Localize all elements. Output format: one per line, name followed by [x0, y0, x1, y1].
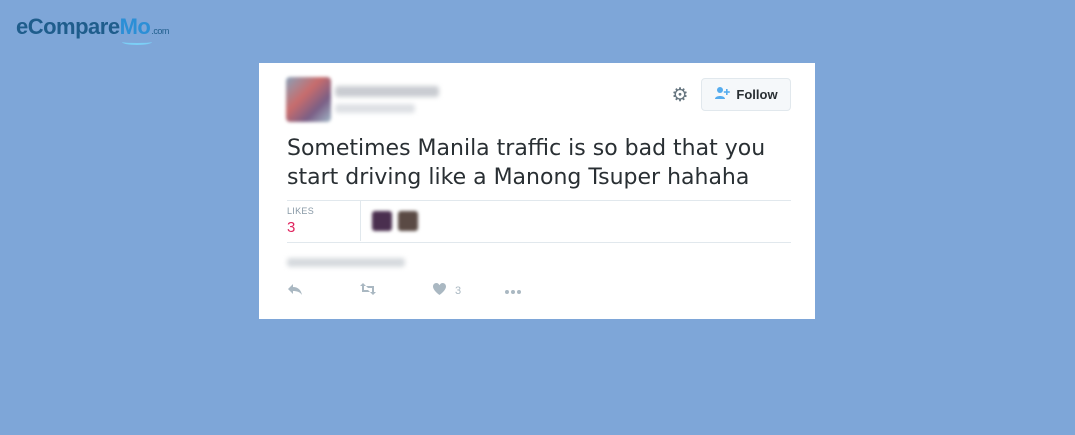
- heart-icon: [432, 282, 447, 300]
- gear-icon[interactable]: ⚙: [669, 84, 691, 106]
- like-count: 3: [455, 284, 462, 297]
- divider-bottom: [287, 242, 791, 243]
- follow-label: Follow: [736, 87, 778, 102]
- logo-text-domain: .com: [151, 26, 169, 36]
- likes-count[interactable]: 3: [287, 219, 295, 236]
- retweet-icon: [359, 282, 377, 300]
- author-handle-redacted: [335, 104, 415, 113]
- author-name-redacted[interactable]: [335, 86, 439, 97]
- divider-top: [287, 200, 791, 201]
- retweet-button[interactable]: [359, 281, 377, 301]
- logo-text-mo: Mo: [120, 14, 152, 45]
- likes-label: LIKES: [287, 206, 315, 216]
- reply-button[interactable]: [287, 281, 303, 301]
- more-icon: [504, 283, 522, 299]
- tweet-card: ⚙ Follow Sometimes Manila traffic is so …: [259, 63, 815, 319]
- more-button[interactable]: [504, 281, 522, 301]
- tweet-text: Sometimes Manila traffic is so bad that …: [287, 136, 766, 190]
- liker-avatar[interactable]: [372, 211, 392, 231]
- liker-avatar[interactable]: [398, 211, 418, 231]
- timestamp-redacted[interactable]: [287, 258, 405, 267]
- logo-swoosh: [121, 39, 152, 45]
- avatar[interactable]: [286, 77, 331, 122]
- logo-text-ecompare: eCompare: [16, 14, 120, 39]
- stats-divider: [360, 201, 361, 241]
- reply-icon: [287, 282, 303, 300]
- person-add-icon: [714, 86, 731, 103]
- follow-button[interactable]: Follow: [701, 78, 791, 111]
- like-button[interactable]: 3: [432, 281, 461, 301]
- ecomparemo-logo[interactable]: eCompare Mo .com: [16, 14, 169, 45]
